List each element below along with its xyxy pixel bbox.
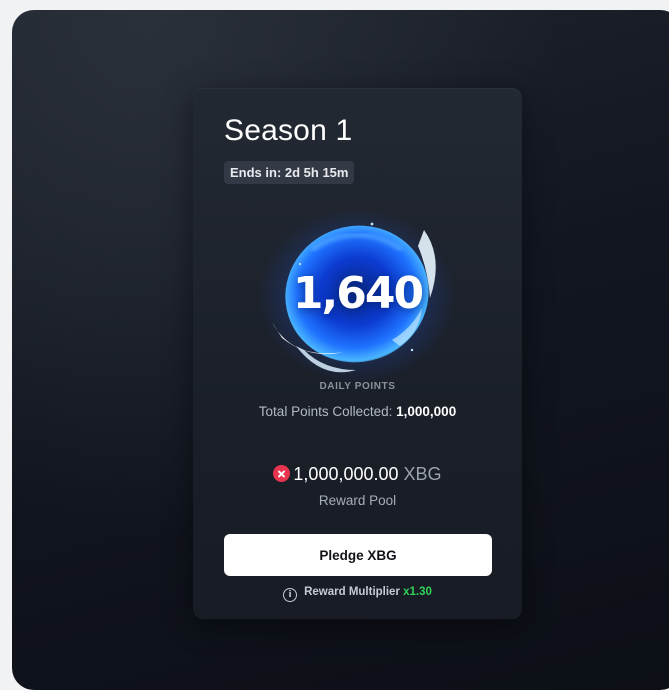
season-title: Season 1 <box>224 114 353 147</box>
daily-points-label: DAILY POINTS <box>319 381 396 392</box>
reward-pool-amount: 1,000,000.00 <box>293 464 399 484</box>
reward-multiplier-line: i Reward Multiplier x1.30 <box>193 586 522 602</box>
countdown-badge: Ends in: 2d 5h 15m <box>224 161 355 184</box>
season-card: Season 1 Ends in: 2d 5h 15m 1,640 DAILY … <box>193 88 522 619</box>
total-points-label: Total Points Collected: <box>258 404 393 419</box>
reward-multiplier-value: x1.30 <box>403 586 432 598</box>
total-points-value: 1,000,000 <box>396 404 457 419</box>
total-points-line: Total Points Collected: 1,000,000 <box>193 404 522 419</box>
app-frame: Season 1 Ends in: 2d 5h 15m 1,640 DAILY … <box>12 10 669 690</box>
reward-pool-amount-line: 1,000,000.00 XBG <box>193 464 522 485</box>
daily-points-value: 1,640 <box>292 268 424 319</box>
reward-pool-unit: XBG <box>403 464 442 484</box>
info-icon[interactable]: i <box>283 588 298 602</box>
reward-multiplier-label: Reward Multiplier <box>304 586 400 598</box>
x-circle-icon <box>273 465 291 482</box>
pledge-button[interactable]: Pledge XBG <box>224 534 492 576</box>
reward-pool-label: Reward Pool <box>318 493 397 508</box>
